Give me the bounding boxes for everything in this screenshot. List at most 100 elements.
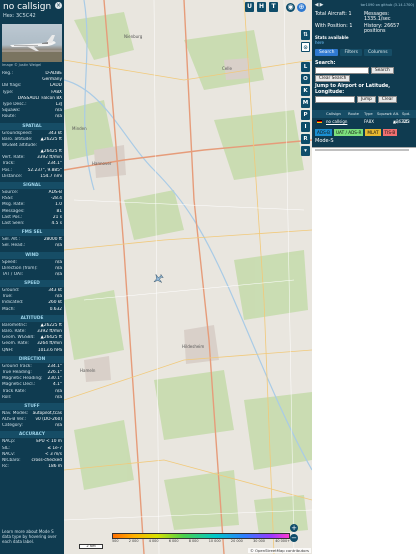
sidebar-toolbar: ◀ ▶ tar1090 on github (3.14.1700)	[312, 0, 416, 10]
filter-icon[interactable]: ▾	[301, 146, 310, 156]
info-key: Last Seen:	[2, 220, 25, 226]
hex-value: 3C5C42	[16, 13, 36, 19]
info-key: Category:	[2, 423, 23, 429]
search-input[interactable]	[315, 67, 369, 74]
version-link[interactable]: tar1090 on github (3.14.1700)	[361, 3, 414, 7]
toggle-t-button[interactable]: T	[269, 2, 278, 12]
section-heading: DIRECTION	[0, 355, 64, 363]
settings-icon[interactable]: ⊙	[301, 42, 310, 52]
info-key: Rc:	[2, 464, 9, 470]
sort-icon[interactable]: ⇅	[301, 30, 310, 40]
stats-available: Stats available here	[312, 35, 416, 45]
toggle-i-button[interactable]: I	[301, 122, 310, 132]
toggle-p-button[interactable]: P	[301, 110, 310, 120]
info-value: n/a	[55, 394, 62, 400]
info-key: WGS84 altitude:	[2, 142, 38, 148]
info-value: 186 m	[48, 464, 62, 470]
info-value: 0.632	[49, 306, 62, 312]
row-flag	[312, 118, 326, 126]
table-header: Callsign Route Type Squawk Alt. (ft) Spd…	[312, 110, 416, 124]
info-value: ▲26225 ft	[40, 136, 62, 142]
section-heading: FMS SEL	[0, 229, 64, 237]
search-area: Search: Search Clear Search Jump to Airp…	[312, 56, 416, 106]
altitude-tick-label: 6 000	[168, 539, 179, 543]
info-footer: Learn more about Mode S data type by hov…	[2, 529, 57, 544]
svg-text:Hildesheim: Hildesheim	[182, 344, 204, 349]
tab-search[interactable]: Search	[315, 49, 339, 56]
svg-text:Hannover: Hannover	[92, 161, 112, 166]
info-key: QNH:	[2, 347, 14, 353]
aircraft-photo[interactable]	[2, 24, 62, 62]
col-header-alt[interactable]: Alt. (ft)	[393, 110, 402, 124]
clear-search-row: Clear Search	[315, 75, 413, 82]
altitude-tick-label: 20 000	[230, 539, 243, 543]
col-header[interactable]	[312, 110, 326, 118]
info-value: n/a	[55, 271, 62, 277]
svg-text:Celle: Celle	[222, 66, 232, 71]
source-chip: TIS-B	[382, 129, 398, 136]
section-heading: STUFF	[0, 402, 64, 410]
table-row[interactable]: no callsign FA8X ▲26225 343	[312, 118, 416, 126]
map-scale: 2 NM	[79, 544, 103, 549]
source-legend: ADS-B UAT / ADS-R MLAT TIS-B	[312, 126, 416, 136]
info-header: no callsign Hex: 3C5C42 ×	[0, 0, 64, 22]
close-icon[interactable]: ×	[55, 2, 62, 9]
jump-input[interactable]	[315, 96, 355, 103]
col-header-type[interactable]: Type	[364, 110, 377, 118]
section-heading: ACCURACY	[0, 431, 64, 439]
layers-icon[interactable]: ◉	[286, 3, 295, 12]
map-tiles: Nienburg Hannover Hildesheim Hameln Mind…	[64, 0, 312, 554]
info-row: Last Seen: 4.5 s	[0, 221, 64, 227]
col-header-squawk[interactable]: Squawk	[377, 110, 393, 118]
row-type: FA8X	[364, 119, 374, 124]
info-row: TAT / OAT: n/a	[0, 272, 64, 278]
aircraft-info-panel: no callsign Hex: 3C5C42 × Image © Justin…	[0, 0, 64, 554]
info-value: n/a	[55, 423, 62, 429]
info-key: Reg.:	[2, 71, 13, 76]
aircraft-callsign: no callsign	[3, 2, 52, 12]
info-key: Route:	[2, 114, 16, 120]
toggle-o-button[interactable]: O	[301, 74, 310, 84]
info-value: 1013.6 hPa	[37, 347, 62, 353]
horizontal-scrollbar[interactable]	[312, 147, 416, 152]
with-position: With Position: 1	[315, 24, 364, 34]
zoom-out-button[interactable]: −	[290, 534, 298, 542]
clear-search-button[interactable]: Clear Search	[315, 75, 351, 82]
jump-button[interactable]: Jump	[357, 96, 376, 103]
row-squawk	[377, 118, 393, 126]
info-row: Sel. Head.: n/a	[0, 243, 64, 249]
col-header-speed[interactable]: Spd.	[402, 110, 416, 118]
info-body: Reg.: D-ADBE Germany DB flags: LADD Type: FA8X…	[0, 71, 64, 470]
messages-rate: Messages: 1335.1/sec	[364, 12, 413, 22]
toggle-u-button[interactable]: U	[245, 2, 254, 12]
section-heading: SPATIAL	[0, 122, 64, 130]
zoom-in-button[interactable]: +	[290, 524, 298, 532]
altitude-tick-label: 2 000	[128, 539, 139, 543]
col-header-callsign[interactable]: Callsign	[326, 110, 348, 118]
altitude-tick-label: 30 000	[253, 539, 265, 543]
stats-here-link[interactable]: here	[315, 40, 324, 45]
tab-columns[interactable]: Columns	[363, 49, 392, 56]
info-key: Mach:	[2, 306, 15, 312]
chevron-right-icon[interactable]: ▶	[319, 2, 324, 8]
sidebar: ◀ ▶ tar1090 on github (3.14.1700) Total …	[312, 0, 416, 554]
search-button[interactable]: Search	[371, 67, 394, 74]
clear-button[interactable]: Clear	[377, 96, 398, 103]
messages-value: 1335.1/sec	[364, 17, 391, 22]
aircraft-table: Callsign Route Type Squawk Alt. (ft) Spd…	[312, 110, 416, 146]
info-row: QNH: 1013.6 hPa	[0, 348, 64, 354]
map-canvas[interactable]: Nienburg Hannover Hildesheim Hameln Mind…	[64, 0, 312, 554]
toggle-k-button[interactable]: K	[301, 86, 310, 96]
tab-filters[interactable]: Filters	[340, 49, 362, 56]
svg-text:Minden: Minden	[72, 126, 87, 131]
aircraft-marker-icon[interactable]	[152, 270, 164, 289]
info-value: 4.5 s	[51, 220, 62, 226]
toggle-l-button[interactable]: L	[301, 62, 310, 72]
toggle-m-button[interactable]: M	[301, 98, 310, 108]
toggle-h-button[interactable]: H	[257, 2, 266, 12]
altitude-tick-label: 4 000	[148, 539, 159, 543]
col-header-route[interactable]: Route	[348, 110, 364, 118]
toggle-r-button[interactable]: R	[301, 134, 310, 144]
info-key: Type:	[2, 89, 14, 95]
total-aircraft-value: 1	[348, 12, 352, 17]
